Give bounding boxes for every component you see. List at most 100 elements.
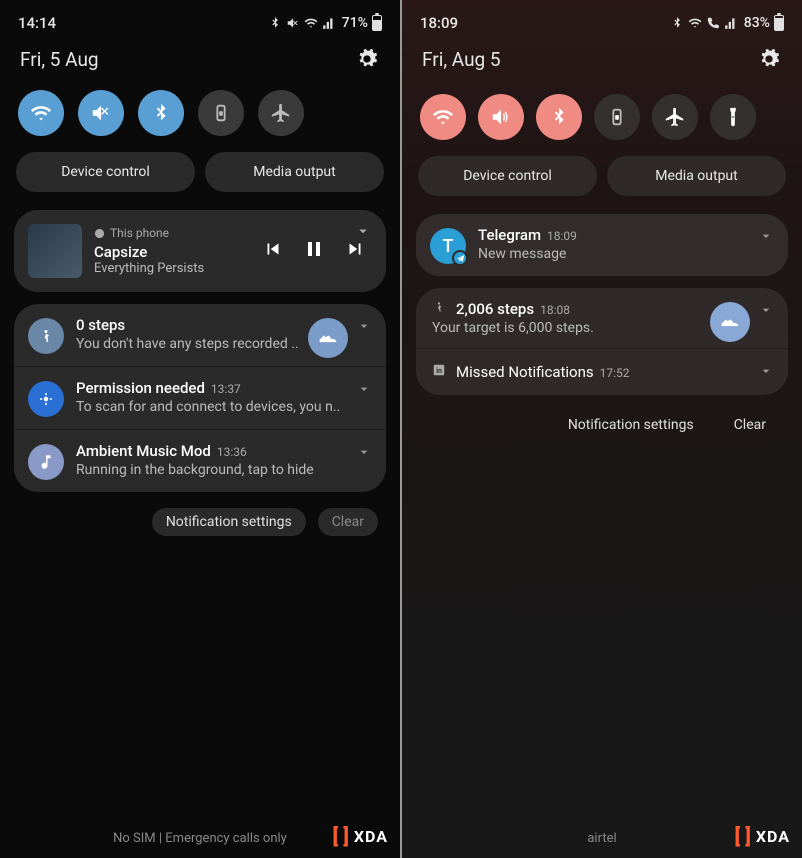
chevron-down-icon xyxy=(758,363,774,379)
notif-time: 18:08 xyxy=(540,303,570,317)
airplane-toggle[interactable] xyxy=(258,90,304,136)
telegram-avatar-letter: T xyxy=(443,236,454,257)
sound-toggle[interactable] xyxy=(78,90,124,136)
chevron-down-icon xyxy=(356,444,372,460)
xda-watermark: [] XDA xyxy=(735,824,790,848)
gear-icon xyxy=(758,48,780,70)
notif-title: 0 steps xyxy=(76,316,125,334)
notif-title: Missed Notifications xyxy=(456,363,594,381)
music-app-icon xyxy=(28,444,64,480)
pause-icon xyxy=(302,237,326,261)
chevron-down-icon xyxy=(758,302,774,318)
expand-button[interactable] xyxy=(356,381,372,401)
flashlight-toggle[interactable] xyxy=(710,94,756,140)
bluetooth-toggle[interactable] xyxy=(536,94,582,140)
linkedin-icon: in xyxy=(432,363,446,377)
media-output-button[interactable]: Media output xyxy=(607,156,786,196)
steps-action-button[interactable] xyxy=(710,302,750,342)
status-icons: 71% xyxy=(268,15,382,31)
bluetooth-app-icon xyxy=(28,381,64,417)
media-info: This phone Capsize Everything Persists xyxy=(94,226,250,276)
airplane-toggle[interactable] xyxy=(652,94,698,140)
notif-message: To scan for and connect to devices, you … xyxy=(76,399,372,415)
clear-button[interactable]: Clear xyxy=(720,411,780,439)
bluetooth-toggle[interactable] xyxy=(138,90,184,136)
rotation-toggle[interactable] xyxy=(594,94,640,140)
mute-icon xyxy=(286,16,300,30)
media-player-card[interactable]: This phone Capsize Everything Persists xyxy=(14,210,386,292)
quick-toggles xyxy=(406,86,798,152)
bluetooth-icon xyxy=(548,106,570,128)
wifi-icon xyxy=(688,16,702,30)
expand-button[interactable] xyxy=(356,444,372,464)
device-control-button[interactable]: Device control xyxy=(16,152,195,192)
telegram-notification-card[interactable]: T Telegram 18:09 New message xyxy=(416,214,788,276)
pause-button[interactable] xyxy=(302,237,326,265)
wifi-toggle[interactable] xyxy=(420,94,466,140)
bluetooth-icon xyxy=(37,390,55,408)
album-art xyxy=(28,224,82,278)
battery-icon xyxy=(372,15,382,31)
rotation-toggle[interactable] xyxy=(198,90,244,136)
expand-button[interactable] xyxy=(354,222,372,244)
expand-button[interactable] xyxy=(758,228,774,248)
notification-linkedin[interactable]: in Missed Notifications 17:52 xyxy=(416,349,788,395)
notification-ambient-music[interactable]: Ambient Music Mod 13:36 Running in the b… xyxy=(14,430,386,492)
notification-list: 0 steps You don't have any steps recorde… xyxy=(14,304,386,492)
expand-button[interactable] xyxy=(356,318,372,338)
phone-right: 18:09 83% Fri, Aug 5 Device control Medi… xyxy=(402,0,802,858)
notif-time: 18:09 xyxy=(547,229,577,243)
bluetooth-icon xyxy=(268,16,282,30)
notification-steps[interactable]: 2,006 steps 18:08 Your target is 6,000 s… xyxy=(416,288,788,349)
chevron-down-icon xyxy=(354,222,372,240)
media-source-label: This phone xyxy=(110,226,169,240)
walk-icon xyxy=(37,327,55,345)
chevron-down-icon xyxy=(758,228,774,244)
svg-text:in: in xyxy=(436,367,442,375)
signal-icon xyxy=(724,16,738,30)
quick-toggles xyxy=(4,86,396,148)
media-artist: Everything Persists xyxy=(94,261,250,276)
battery-percent: 71% xyxy=(342,15,368,31)
notif-time: 13:36 xyxy=(217,445,247,459)
media-title: Capsize xyxy=(94,243,250,261)
expand-button[interactable] xyxy=(758,363,774,383)
settings-button[interactable] xyxy=(354,46,380,72)
notif-time: 13:37 xyxy=(211,382,241,396)
music-note-icon xyxy=(37,453,55,471)
steps-action-button[interactable] xyxy=(308,318,348,358)
date-label: Fri, Aug 5 xyxy=(422,48,756,71)
previous-button[interactable] xyxy=(262,238,284,264)
signal-icon xyxy=(322,16,336,30)
battery-icon xyxy=(774,15,784,31)
settings-button[interactable] xyxy=(756,46,782,72)
bluetooth-icon xyxy=(670,16,684,30)
portrait-lock-icon xyxy=(210,102,232,124)
volume-icon xyxy=(490,106,512,128)
xda-text: XDA xyxy=(756,827,790,846)
device-control-button[interactable]: Device control xyxy=(418,156,597,196)
airplane-icon xyxy=(270,102,292,124)
notification-steps[interactable]: 0 steps You don't have any steps recorde… xyxy=(14,304,386,367)
telegram-app-icon: T xyxy=(430,228,466,264)
chevron-down-icon xyxy=(356,318,372,334)
chevron-down-icon xyxy=(356,381,372,397)
notif-title: 2,006 steps xyxy=(456,300,534,318)
media-output-button[interactable]: Media output xyxy=(205,152,384,192)
notification-settings-button[interactable]: Notification settings xyxy=(554,411,708,439)
telegram-badge-icon xyxy=(452,250,468,266)
steps-app-icon xyxy=(28,318,64,354)
bluetooth-icon xyxy=(150,102,172,124)
shoe-icon xyxy=(318,328,338,348)
notification-footer: Notification settings Clear xyxy=(4,498,396,546)
flashlight-icon xyxy=(722,106,744,128)
battery-percent: 83% xyxy=(744,15,770,31)
expand-button[interactable] xyxy=(758,302,774,322)
clear-button[interactable]: Clear xyxy=(318,508,378,536)
wifi-icon xyxy=(304,16,318,30)
notification-settings-button[interactable]: Notification settings xyxy=(152,508,306,536)
wifi-toggle[interactable] xyxy=(18,90,64,136)
notification-permission[interactable]: Permission needed 13:37 To scan for and … xyxy=(14,367,386,430)
sound-toggle[interactable] xyxy=(478,94,524,140)
pill-row: Device control Media output xyxy=(406,152,798,208)
